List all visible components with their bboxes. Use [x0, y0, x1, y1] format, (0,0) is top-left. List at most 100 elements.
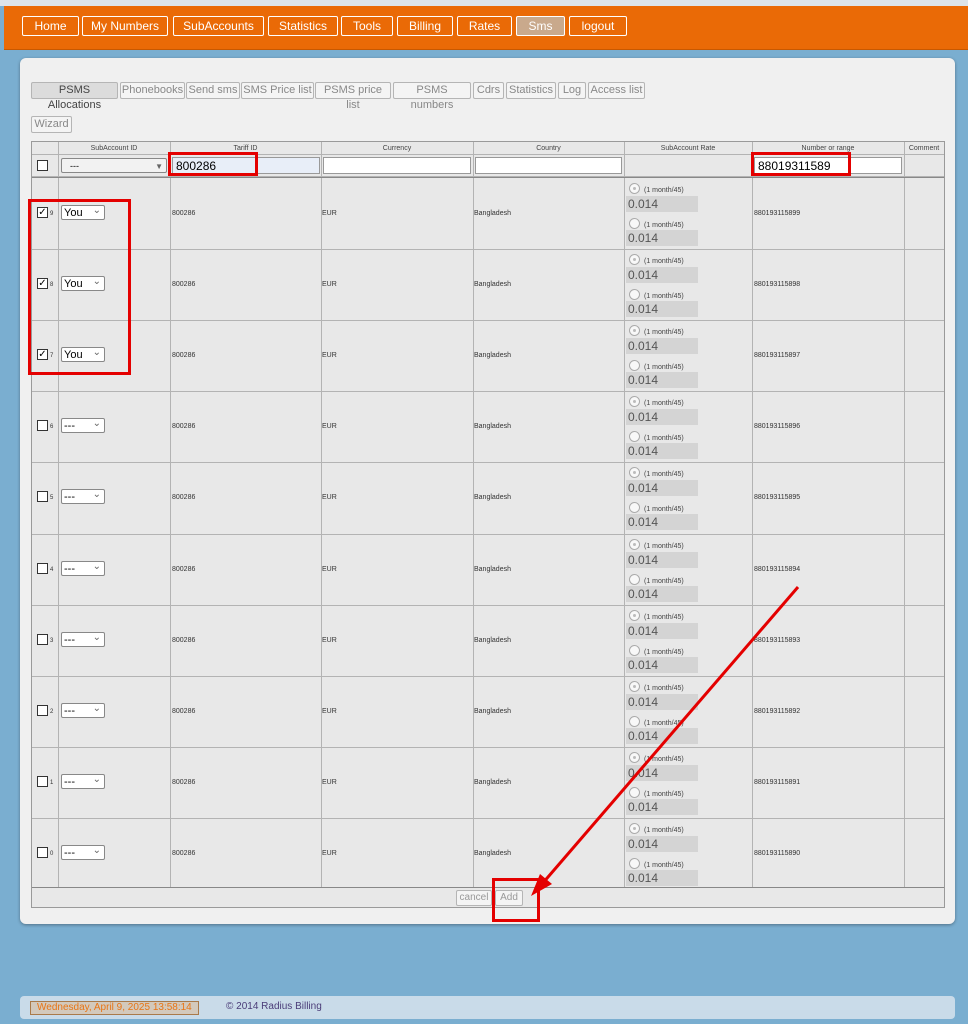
rate-value-1: 0.014	[626, 267, 698, 283]
row-index: 0	[50, 851, 54, 857]
tariff-id-cell: 800286	[172, 281, 196, 288]
chevron-down-icon: ⌄	[92, 418, 101, 429]
rate-radio-2[interactable]	[629, 502, 640, 513]
top-navigation-bar: Home My Numbers SubAccounts Statistics Tools…	[4, 6, 968, 50]
row-checkbox[interactable]	[37, 634, 48, 645]
row-checkbox[interactable]	[37, 420, 48, 431]
rate-value-2: 0.014	[626, 514, 698, 530]
subaccount-select[interactable]: --- ⌄	[61, 845, 105, 860]
subaccount-select[interactable]: --- ⌄	[61, 774, 105, 789]
subaccount-select[interactable]: You ⌄	[61, 276, 105, 291]
subnav-psms-allocations[interactable]: PSMS Allocations	[31, 82, 118, 111]
row-checkbox[interactable]: ✓	[37, 349, 48, 360]
rate-radio-2[interactable]	[629, 218, 640, 229]
country-input[interactable]	[475, 157, 622, 174]
subaccount-select[interactable]: --- ⌄	[61, 703, 105, 718]
row-checkbox[interactable]: ✓	[37, 207, 48, 218]
subnav-access-list[interactable]: Access list	[588, 82, 645, 99]
subaccount-select[interactable]: --- ⌄	[61, 489, 105, 504]
currency-cell: EUR	[322, 494, 337, 501]
row-checkbox[interactable]	[37, 563, 48, 574]
subnav-cdrs[interactable]: Cdrs	[473, 82, 504, 99]
select-all-checkbox[interactable]	[37, 160, 48, 171]
rate-radio-2[interactable]	[629, 289, 640, 300]
subaccount-select[interactable]: --- ⌄	[61, 561, 105, 576]
number-cell: 880193115895	[754, 494, 801, 501]
tariff-id-cell: 800286	[172, 566, 196, 573]
nav-sms[interactable]: Sms	[516, 16, 565, 36]
currency-cell: EUR	[322, 637, 337, 644]
row-checkbox[interactable]	[37, 491, 48, 502]
header-comment: Comment	[908, 145, 940, 152]
currency-input[interactable]	[323, 157, 471, 174]
rate-radio-1[interactable]	[629, 325, 640, 336]
rate-radio-1[interactable]	[629, 823, 640, 834]
row-divider	[32, 818, 944, 819]
rate-period-label: (1 month/45)	[644, 685, 684, 692]
subaccount-select[interactable]: You ⌄	[61, 205, 105, 220]
rate-value-1: 0.014	[626, 552, 698, 568]
rate-radio-1[interactable]	[629, 610, 640, 621]
rate-radio-2[interactable]	[629, 431, 640, 442]
cancel-button[interactable]: cancel	[456, 890, 492, 906]
row-divider	[32, 676, 944, 677]
subnav-sms-price-list[interactable]: SMS Price list	[241, 82, 314, 99]
row-index: 3	[50, 638, 54, 644]
row-divider	[32, 391, 944, 392]
row-index: 6	[50, 424, 54, 430]
chevron-down-icon: ⌄	[92, 632, 101, 643]
subaccount-select-value: You	[64, 349, 83, 361]
subaccount-select[interactable]: You ⌄	[61, 347, 105, 362]
subnav-log[interactable]: Log	[558, 82, 586, 99]
rate-radio-1[interactable]	[629, 752, 640, 763]
country-cell: Bangladesh	[474, 708, 511, 715]
row-divider	[32, 462, 944, 463]
rate-radio-1[interactable]	[629, 183, 640, 194]
header-currency: Currency	[382, 145, 412, 152]
nav-logout[interactable]: logout	[569, 16, 627, 36]
rate-radio-2[interactable]	[629, 645, 640, 656]
rate-radio-2[interactable]	[629, 716, 640, 727]
add-button[interactable]: Add	[495, 890, 523, 906]
tariff-id-input[interactable]: 800286	[172, 157, 320, 174]
subnav-send-sms[interactable]: Send sms	[186, 82, 240, 99]
subaccount-select[interactable]: --- ⌄	[61, 418, 105, 433]
subnav-phonebooks[interactable]: Phonebooks	[120, 82, 185, 99]
subnav-psms-price-list[interactable]: PSMS price list	[315, 82, 391, 111]
rate-radio-1[interactable]	[629, 467, 640, 478]
row-index: 1	[50, 780, 54, 786]
row-checkbox[interactable]	[37, 705, 48, 716]
subnav-statistics[interactable]: Statistics	[506, 82, 556, 99]
nav-my-numbers[interactable]: My Numbers	[82, 16, 168, 36]
currency-cell: EUR	[322, 210, 337, 217]
currency-cell: EUR	[322, 423, 337, 430]
nav-billing[interactable]: Billing	[397, 16, 453, 36]
number-range-input[interactable]: 88019311589	[754, 157, 902, 174]
rate-radio-2[interactable]	[629, 360, 640, 371]
subaccount-filter-select[interactable]: --- ▼	[61, 158, 167, 173]
nav-tools[interactable]: Tools	[341, 16, 393, 36]
row-checkbox[interactable]	[37, 776, 48, 787]
nav-home[interactable]: Home	[22, 16, 79, 36]
nav-statistics[interactable]: Statistics	[268, 16, 338, 36]
chevron-down-icon: ⌄	[92, 489, 101, 500]
rate-radio-2[interactable]	[629, 858, 640, 869]
rate-radio-1[interactable]	[629, 539, 640, 550]
rate-radio-1[interactable]	[629, 681, 640, 692]
subaccount-select[interactable]: --- ⌄	[61, 632, 105, 647]
rate-radio-1[interactable]	[629, 254, 640, 265]
row-divider	[32, 154, 944, 155]
rate-radio-2[interactable]	[629, 787, 640, 798]
header-country: Country	[536, 145, 561, 152]
subnav-psms-numbers[interactable]: PSMS numbers	[393, 82, 471, 111]
rate-radio-1[interactable]	[629, 396, 640, 407]
nav-subaccounts[interactable]: SubAccounts	[173, 16, 264, 36]
rate-value-2: 0.014	[626, 657, 698, 673]
rate-radio-2[interactable]	[629, 574, 640, 585]
row-checkbox[interactable]: ✓	[37, 278, 48, 289]
allocations-table: SubAccount ID Tariff ID Currency Country Sub…	[31, 141, 945, 908]
chevron-down-icon: ⌄	[92, 703, 101, 714]
wizard-button[interactable]: Wizard	[31, 116, 72, 133]
row-checkbox[interactable]	[37, 847, 48, 858]
nav-rates[interactable]: Rates	[457, 16, 512, 36]
